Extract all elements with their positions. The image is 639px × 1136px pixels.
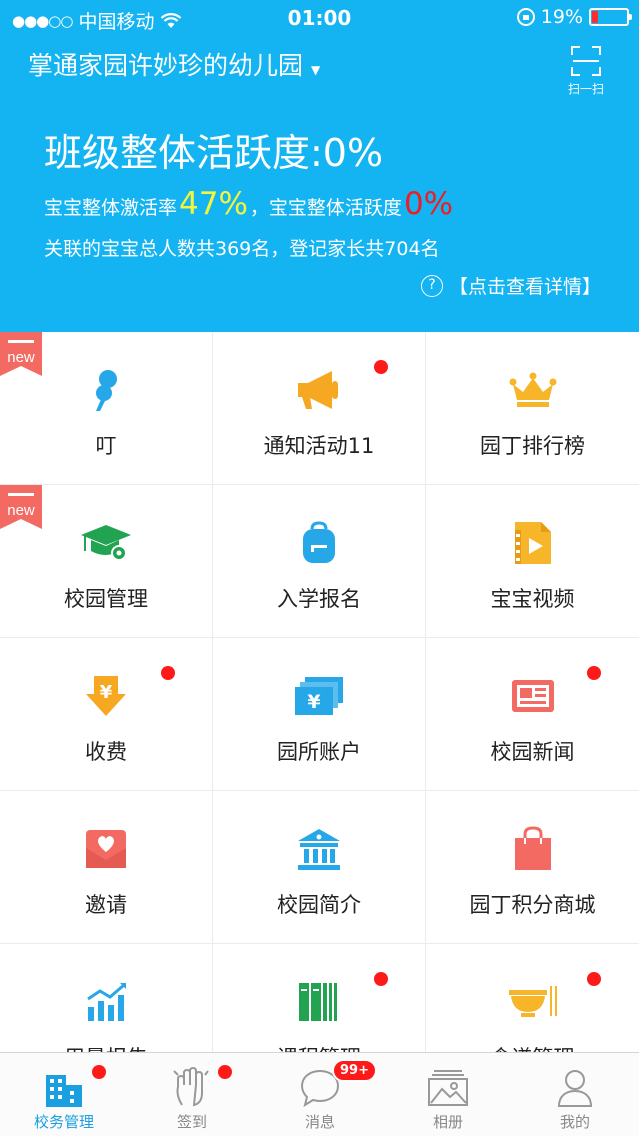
- grid-item-label: 食谱管理: [426, 1042, 639, 1052]
- activation-rate: 47%: [179, 186, 248, 222]
- tab-messages[interactable]: 99+ 消息: [256, 1053, 384, 1136]
- bottom-tab-bar: 校务管理 签到 99+ 消息 相册 我的: [0, 1052, 639, 1136]
- school-building-icon: [46, 1075, 82, 1107]
- tab-check-in-dot: [218, 1065, 232, 1079]
- building-icon: [291, 821, 347, 877]
- fees-dot: [161, 666, 175, 680]
- question-icon: ?: [420, 274, 443, 297]
- grid-item-label: 课程管理: [213, 1042, 425, 1052]
- pin-icon: [78, 362, 134, 418]
- recipe-dot: [587, 972, 601, 986]
- tab-check-in[interactable]: 签到: [128, 1053, 256, 1136]
- new-tag-text: new: [7, 502, 35, 519]
- class-activity-title: 班级整体活跃度:0%: [44, 131, 384, 175]
- hand-icon: [173, 1066, 209, 1107]
- books-icon: [291, 974, 347, 1030]
- grid-item-label: 宝宝视频: [490, 587, 575, 611]
- grid-item-invite[interactable]: 邀请: [0, 791, 213, 944]
- user-icon: [557, 1070, 593, 1107]
- grid-item-label: 校园简介: [277, 893, 361, 917]
- grid-item-campus-management[interactable]: new 校园管理: [0, 485, 213, 638]
- tab-label: 签到: [176, 1113, 207, 1131]
- news-dot: [587, 666, 601, 680]
- grid-item-account[interactable]: ¥ 园所账户: [213, 638, 426, 791]
- grid-item-label: 园丁排行榜: [480, 434, 585, 458]
- header-banner: ●●●○○ 中国移动 01:00 19% 掌通家园许妙珍的幼儿园 ▼ 扫一扫 班…: [0, 0, 639, 332]
- view-details-label: 【点击查看详情】: [448, 276, 601, 298]
- kindergarten-name: 掌通家园许妙珍的幼儿园: [28, 51, 304, 80]
- grid-item-label: 通知活动11: [263, 434, 375, 458]
- caret-down-icon: ▼: [311, 63, 321, 77]
- grid-item-ding[interactable]: new 叮: [0, 332, 213, 485]
- grid-item-ranking[interactable]: 园丁排行榜: [426, 332, 639, 485]
- svg-text:¥: ¥: [100, 682, 113, 703]
- video-file-icon: [505, 515, 561, 571]
- grid-item-label: 叮: [95, 434, 117, 458]
- battery-icon: [589, 8, 632, 26]
- new-ribbon-icon: new: [0, 332, 42, 376]
- grid-item-course-management[interactable]: 课程管理: [213, 944, 426, 1052]
- grid-item-notice[interactable]: 通知活动11: [213, 332, 426, 485]
- activity-label: ，宝宝整体活跃度: [249, 197, 402, 219]
- activation-label: 宝宝整体激活率: [44, 197, 178, 219]
- bar-chart-icon: [78, 974, 134, 1030]
- shopping-bag-icon: [505, 821, 561, 877]
- new-ribbon-icon: new: [0, 485, 42, 529]
- summary-text: 关联的宝宝总人数共369名，登记家长共704名: [44, 238, 440, 260]
- kindergarten-selector[interactable]: 掌通家园许妙珍的幼儿园 ▼: [28, 46, 320, 82]
- notice-dot: [374, 360, 388, 374]
- grid-item-usage-report[interactable]: 用量报告: [0, 944, 213, 1052]
- grid-item-baby-video[interactable]: 宝宝视频: [426, 485, 639, 638]
- grid-item-recipe-management[interactable]: 食谱管理: [426, 944, 639, 1052]
- megaphone-icon: [291, 362, 347, 418]
- grid-item-campus-news[interactable]: 校园新闻: [426, 638, 639, 791]
- grid-item-enrollment[interactable]: 入学报名: [213, 485, 426, 638]
- graduation-cap-icon: [78, 515, 134, 571]
- tab-label: 相册: [432, 1113, 463, 1131]
- scan-label: 扫一扫: [567, 82, 604, 96]
- grid-item-label: 入学报名: [277, 587, 361, 611]
- view-details-link[interactable]: ? 【点击查看详情】: [420, 272, 601, 299]
- tab-mine[interactable]: 我的: [511, 1053, 639, 1136]
- orientation-lock-icon: [516, 8, 535, 26]
- tab-label: 校务管理: [33, 1113, 94, 1131]
- scan-icon: [571, 46, 601, 76]
- feature-grid: new 叮 通知活动11 园丁排行榜 new 校园管理 入学报名 宝宝视频 ¥ …: [0, 332, 639, 1052]
- photo-album-icon: [428, 1070, 468, 1106]
- crown-icon: [505, 362, 561, 418]
- bowl-icon: [505, 974, 561, 1030]
- grid-item-label: 园丁积分商城: [469, 893, 596, 917]
- grid-item-campus-intro[interactable]: 校园简介: [213, 791, 426, 944]
- status-bar: ●●●○○ 中国移动 01:00 19%: [0, 0, 639, 36]
- grid-item-label: 园所账户: [277, 740, 361, 764]
- tab-school-affairs[interactable]: 校务管理: [0, 1053, 128, 1136]
- tab-album[interactable]: 相册: [384, 1053, 512, 1136]
- svg-text:¥: ¥: [307, 691, 320, 713]
- grid-item-points-mall[interactable]: 园丁积分商城: [426, 791, 639, 944]
- tab-label: 消息: [304, 1113, 335, 1131]
- newspaper-icon: [505, 668, 561, 724]
- activity-rate: 0%: [403, 186, 454, 222]
- grid-item-label: 校园新闻: [490, 740, 575, 764]
- grid-item-label: 邀请: [85, 893, 127, 917]
- new-tag-text: new: [7, 349, 35, 366]
- grid-item-label: 用量报告: [0, 1042, 212, 1052]
- scan-button[interactable]: 扫一扫: [563, 46, 609, 97]
- activation-stats: 宝宝整体激活率 47% ，宝宝整体活跃度 0%: [44, 186, 453, 222]
- course-dot: [374, 972, 388, 986]
- tab-label: 我的: [559, 1113, 590, 1131]
- messages-badge: 99+: [332, 1059, 377, 1082]
- money-stack-icon: ¥: [291, 668, 347, 724]
- grid-item-label: 校园管理: [64, 587, 148, 611]
- grid-item-fees[interactable]: ¥ 收费: [0, 638, 213, 791]
- heart-envelope-icon: [78, 821, 134, 877]
- battery-percent: 19%: [540, 6, 583, 28]
- battery-level: [592, 11, 598, 23]
- tab-school-affairs-dot: [92, 1065, 106, 1079]
- grid-item-label: 收费: [85, 740, 127, 764]
- backpack-icon: [291, 515, 347, 571]
- yuan-arrow-icon: ¥: [78, 668, 134, 724]
